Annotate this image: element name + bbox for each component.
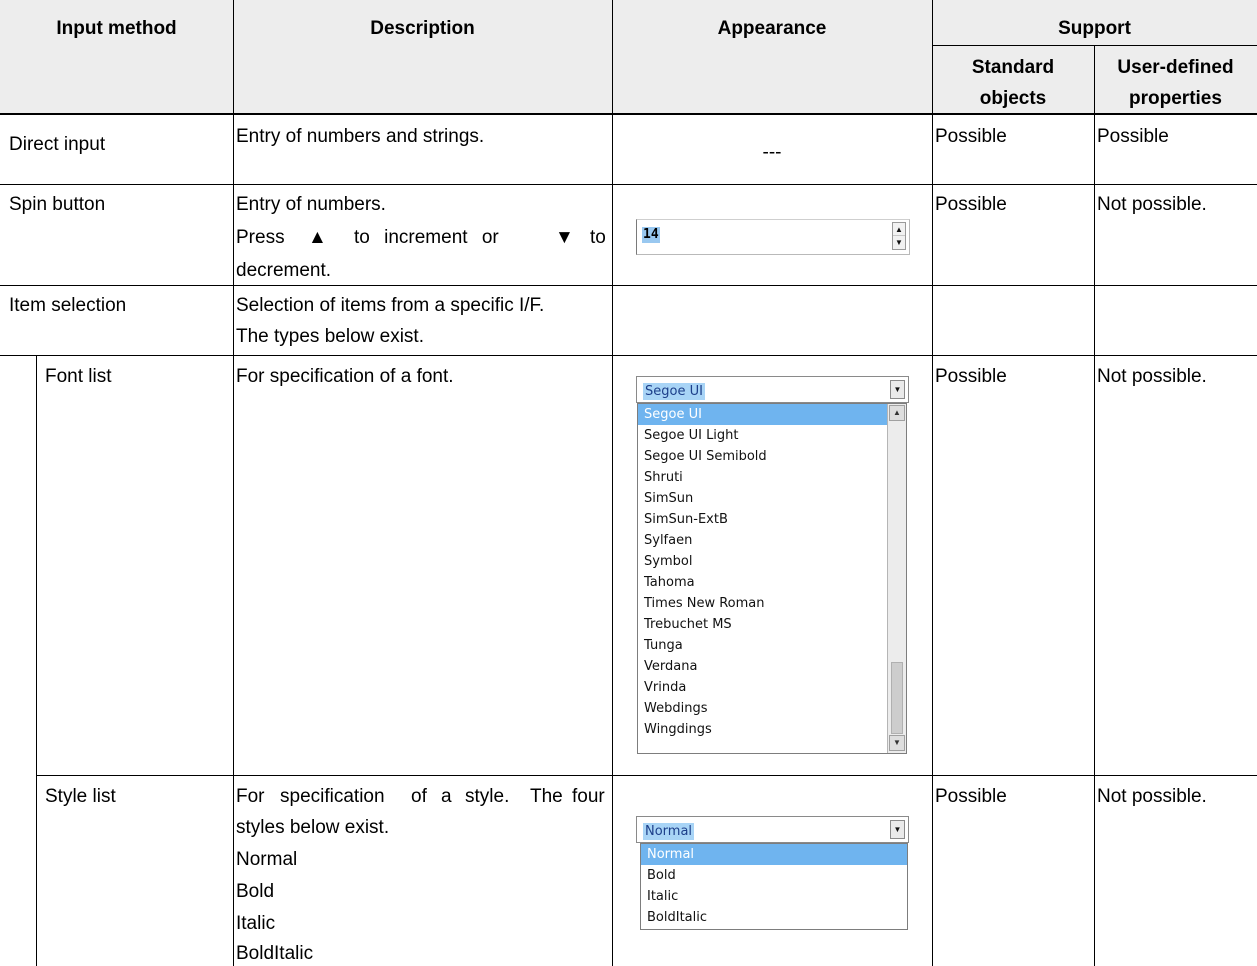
user-spin-button: Not possible. (1097, 194, 1207, 215)
font-option[interactable]: Symbol (638, 551, 887, 572)
font-option[interactable]: Webdings (638, 698, 887, 719)
style-option[interactable]: Bold (641, 865, 907, 886)
method-font-list: Font list (45, 366, 112, 387)
spin-value: 14 (642, 227, 660, 243)
desc-style-w5: style. (465, 786, 510, 807)
desc-spin-press: Press (236, 227, 285, 248)
font-option[interactable]: Segoe UI (638, 404, 887, 425)
font-option[interactable]: Vrinda (638, 677, 887, 698)
desc-style-w7: four (572, 786, 605, 807)
arrow-down-icon[interactable]: ▼ (893, 236, 905, 249)
standard-spin-button: Possible (935, 194, 1007, 215)
col-rule-standard (932, 0, 933, 966)
col-rule-user (1094, 45, 1095, 966)
font-option[interactable]: SimSun (638, 488, 887, 509)
user-style-list: Not possible. (1097, 786, 1207, 807)
font-option[interactable]: Sylfaen (638, 530, 887, 551)
appearance-direct-input: --- (762, 142, 782, 163)
style-select-value: Normal (643, 823, 695, 840)
font-option[interactable]: SimSun-ExtB (638, 509, 887, 530)
chevron-down-icon[interactable]: ▼ (890, 380, 905, 399)
header-description: Description (370, 18, 475, 39)
desc-spin-line3: decrement. (236, 260, 332, 281)
col-rule-description (233, 0, 234, 966)
header-user-line2: properties (1129, 88, 1222, 109)
style-item-bold: Bold (236, 881, 275, 902)
style-option[interactable]: Normal (641, 844, 907, 865)
spin-controls: ▲ ▼ (892, 222, 906, 250)
rule-item-bottom (0, 355, 1257, 356)
desc-item-line2: The types below exist. (236, 326, 424, 347)
desc-style-w1: For (236, 786, 265, 807)
font-select-value: Segoe UI (643, 383, 705, 400)
header-standard-line1: Standard (971, 57, 1055, 78)
rule-font-bottom (36, 775, 1257, 776)
desc-spin-mid: to increment or (354, 227, 499, 248)
style-dropdown-list[interactable]: Normal Bold Italic BoldItalic (640, 843, 908, 930)
input-method-table: Input method Description Appearance Supp… (0, 0, 1257, 966)
scroll-down-icon[interactable]: ▼ (889, 735, 905, 751)
scroll-thumb[interactable] (891, 662, 903, 734)
font-option[interactable]: Trebuchet MS (638, 614, 887, 635)
font-option[interactable]: Wingdings (638, 719, 887, 740)
desc-font-list: For specification of a font. (236, 366, 454, 387)
chevron-down-icon[interactable]: ▼ (890, 820, 905, 839)
style-item-normal: Normal (236, 849, 298, 870)
desc-style-w2: specification (280, 786, 385, 807)
spin-button-widget[interactable]: 14 ▲ ▼ (636, 219, 910, 255)
desc-item-line1: Selection of items from a specific I/F. (236, 295, 545, 316)
method-style-list: Style list (45, 786, 116, 807)
indent-rule (36, 355, 37, 966)
style-item-bolditalic: BoldItalic (236, 943, 314, 964)
font-option[interactable]: Times New Roman (638, 593, 887, 614)
font-option[interactable]: Segoe UI Semibold (638, 446, 887, 467)
arrow-up-icon[interactable]: ▲ (893, 223, 905, 236)
header-standard-line2: objects (979, 88, 1047, 109)
font-option[interactable]: Verdana (638, 656, 887, 677)
user-font-list: Not possible. (1097, 366, 1207, 387)
desc-spin-up-glyph: ▲ (308, 227, 327, 248)
desc-spin-to: to (590, 227, 606, 248)
desc-spin-down-glyph: ▼ (555, 227, 574, 248)
scroll-up-icon[interactable]: ▲ (889, 405, 905, 421)
header-support: Support (1058, 18, 1131, 39)
font-option[interactable]: Tahoma (638, 572, 887, 593)
header-user-line1: User-defined (1117, 57, 1234, 78)
style-select[interactable]: Normal ▼ (636, 816, 909, 843)
desc-spin-line1: Entry of numbers. (236, 194, 386, 215)
method-direct-input: Direct input (9, 134, 106, 155)
rule-direct-bottom (0, 184, 1257, 185)
desc-style-line2: styles below exist. (236, 817, 390, 838)
font-select[interactable]: Segoe UI ▼ (636, 376, 909, 403)
standard-direct-input: Possible (935, 126, 1007, 147)
font-option[interactable]: Tunga (638, 635, 887, 656)
desc-direct-input: Entry of numbers and strings. (236, 126, 485, 147)
font-option[interactable]: Shruti (638, 467, 887, 488)
header-input-method: Input method (56, 18, 177, 39)
style-item-italic: Italic (236, 913, 276, 934)
desc-style-w4: a (441, 786, 452, 807)
spin-input[interactable] (636, 219, 910, 255)
rule-spin-bottom (0, 285, 1257, 286)
user-direct-input: Possible (1097, 126, 1169, 147)
standard-font-list: Possible (935, 366, 1007, 387)
font-option[interactable]: Segoe UI Light (638, 425, 887, 446)
font-dropdown-list[interactable]: Segoe UI Segoe UI Light Segoe UI Semibold S… (637, 403, 907, 754)
style-option[interactable]: BoldItalic (641, 907, 907, 928)
rule-header-bottom (0, 113, 1257, 115)
method-spin-button: Spin button (9, 194, 106, 215)
style-option[interactable]: Italic (641, 886, 907, 907)
desc-style-w3: of (411, 786, 427, 807)
method-item-selection: Item selection (9, 295, 127, 316)
header-appearance: Appearance (717, 18, 827, 39)
font-list-scrollbar[interactable]: ▲ ▼ (887, 404, 906, 753)
standard-style-list: Possible (935, 786, 1007, 807)
desc-style-w6: The (530, 786, 563, 807)
